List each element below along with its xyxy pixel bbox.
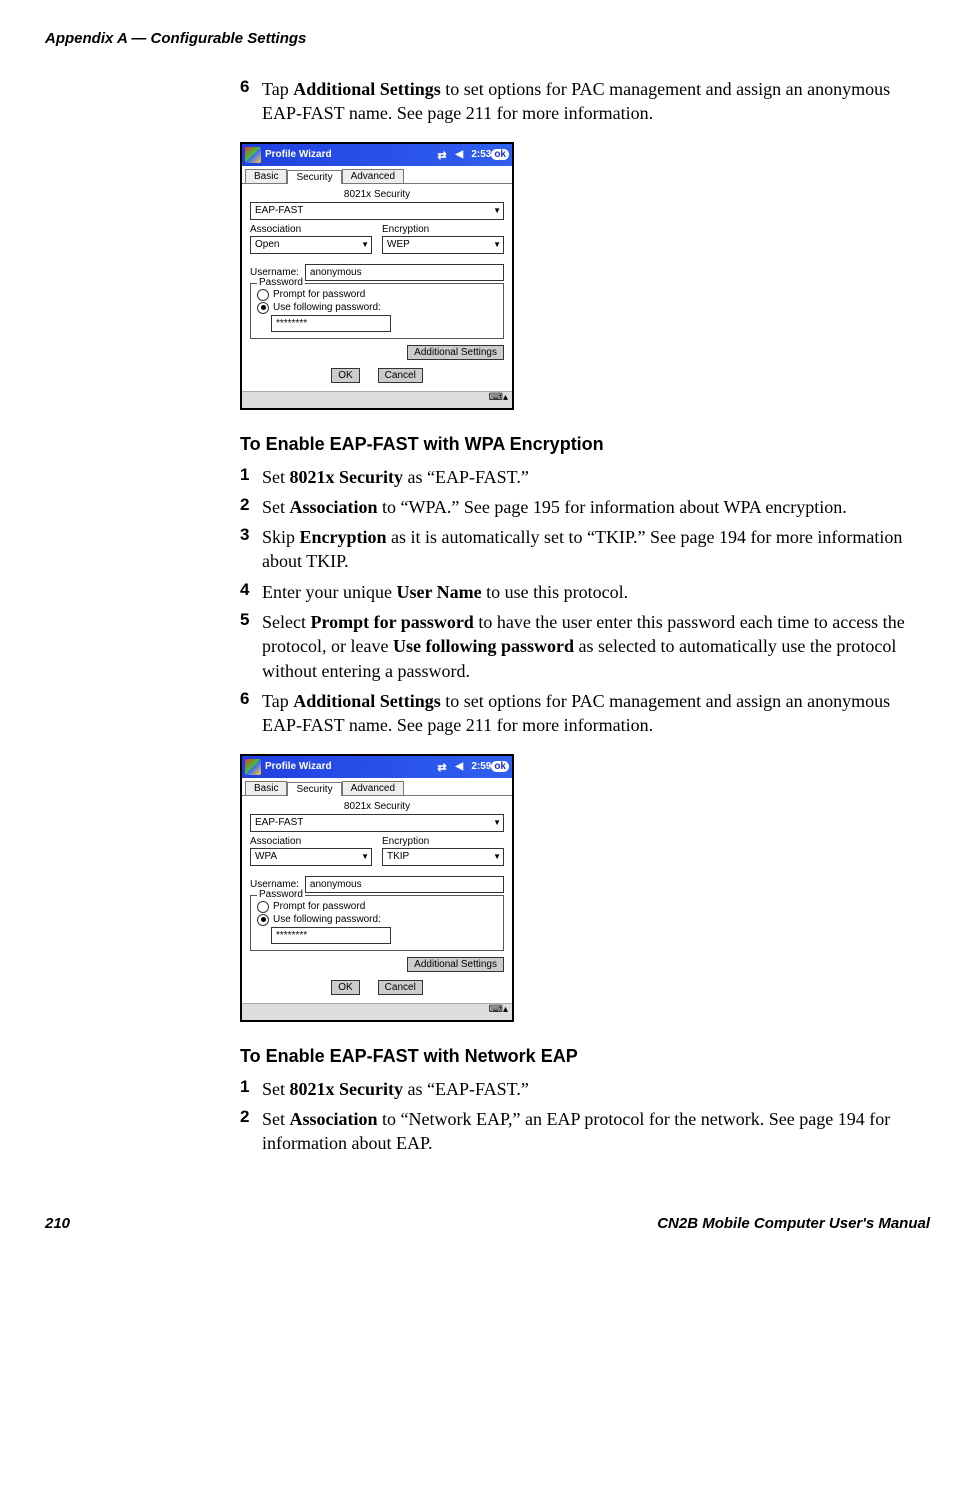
page-number: 210 (45, 1215, 70, 1232)
step-text: Set 8021x Security as “EAP-FAST.” (262, 465, 529, 489)
prompt-radio[interactable]: Prompt for password (257, 901, 497, 913)
tab-row: Basic Security Advanced (242, 778, 512, 795)
ok-button[interactable]: ok (491, 149, 509, 160)
list-item: 6Tap Additional Settings to set options … (240, 689, 930, 738)
list-item: 3Skip Encryption as it is automatically … (240, 525, 930, 574)
sip-bar[interactable] (242, 1003, 512, 1020)
password-group: Password Prompt for password Use followi… (250, 895, 504, 951)
list-item: 1Set 8021x Security as “EAP-FAST.” (240, 1077, 930, 1101)
security-label: 8021x Security (250, 801, 504, 812)
step-number: 1 (240, 1077, 262, 1101)
page-header: Appendix A — Configurable Settings (45, 30, 930, 47)
prompt-radio[interactable]: Prompt for password (257, 289, 497, 301)
step-text: Set Association to “Network EAP,” an EAP… (262, 1107, 930, 1156)
ok-button[interactable]: ok (491, 761, 509, 772)
step-number: 1 (240, 465, 262, 489)
step-text: Enter your unique User Name to use this … (262, 580, 628, 604)
additional-settings-button[interactable]: Additional Settings (407, 345, 504, 360)
window-title: Profile Wizard (265, 149, 435, 160)
association-combo[interactable]: WPA▼ (250, 848, 372, 866)
chevron-down-icon: ▼ (493, 852, 501, 861)
radio-icon (257, 302, 269, 314)
chevron-down-icon: ▼ (493, 206, 501, 215)
password-input[interactable]: ******** (271, 315, 391, 332)
step-text: Tap Additional Settings to set options f… (262, 77, 930, 126)
screenshot-wpa-tkip: Profile Wizard 2:59 ok Basic Security Ad… (240, 754, 514, 1022)
volume-icon[interactable] (455, 149, 469, 161)
clock: 2:59 (471, 761, 491, 772)
encryption-label: Encryption (382, 224, 504, 235)
step-number: 4 (240, 580, 262, 604)
step-text: Set Association to “WPA.” See page 195 f… (262, 495, 847, 519)
start-icon[interactable] (245, 759, 261, 775)
password-group: Password Prompt for password Use followi… (250, 283, 504, 339)
sip-bar[interactable] (242, 391, 512, 408)
security-label: 8021x Security (250, 189, 504, 200)
titlebar: Profile Wizard 2:59 ok (242, 756, 512, 778)
chevron-down-icon: ▼ (361, 240, 369, 249)
encryption-combo[interactable]: WEP▼ (382, 236, 504, 254)
volume-icon[interactable] (455, 761, 469, 773)
step-number: 6 (240, 689, 262, 738)
step-text: Tap Additional Settings to set options f… (262, 689, 930, 738)
tab-security[interactable]: Security (287, 170, 341, 184)
cancel-button[interactable]: Cancel (378, 980, 423, 995)
network-icon[interactable] (437, 761, 451, 773)
window-title: Profile Wizard (265, 761, 435, 772)
tab-basic[interactable]: Basic (245, 781, 287, 795)
manual-title: CN2B Mobile Computer User's Manual (657, 1215, 930, 1232)
step-6a: 6 Tap Additional Settings to set options… (240, 77, 930, 126)
tab-security[interactable]: Security (287, 782, 341, 796)
list-item: 2Set Association to “WPA.” See page 195 … (240, 495, 930, 519)
tab-row: Basic Security Advanced (242, 166, 512, 183)
association-label: Association (250, 224, 372, 235)
step-number: 2 (240, 1107, 262, 1156)
security-combo[interactable]: EAP-FAST▼ (250, 814, 504, 832)
ok-dialog-button[interactable]: OK (331, 368, 359, 383)
network-icon[interactable] (437, 149, 451, 161)
heading-network-eap: To Enable EAP-FAST with Network EAP (240, 1046, 930, 1067)
chevron-down-icon: ▼ (361, 852, 369, 861)
radio-icon (257, 914, 269, 926)
titlebar: Profile Wizard 2:53 ok (242, 144, 512, 166)
step-number: 2 (240, 495, 262, 519)
password-legend: Password (257, 277, 305, 288)
association-combo[interactable]: Open▼ (250, 236, 372, 254)
username-input[interactable]: anonymous (305, 264, 504, 281)
step-text: Set 8021x Security as “EAP-FAST.” (262, 1077, 529, 1101)
password-input[interactable]: ******** (271, 927, 391, 944)
tab-advanced[interactable]: Advanced (342, 781, 404, 795)
cancel-button[interactable]: Cancel (378, 368, 423, 383)
radio-icon (257, 901, 269, 913)
list-item: 1Set 8021x Security as “EAP-FAST.” (240, 465, 930, 489)
ok-dialog-button[interactable]: OK (331, 980, 359, 995)
additional-settings-button[interactable]: Additional Settings (407, 957, 504, 972)
clock: 2:53 (471, 149, 491, 160)
radio-icon (257, 289, 269, 301)
chevron-down-icon: ▼ (493, 818, 501, 827)
step-text: Select Prompt for password to have the u… (262, 610, 930, 683)
security-combo[interactable]: EAP-FAST▼ (250, 202, 504, 220)
tab-basic[interactable]: Basic (245, 169, 287, 183)
tab-advanced[interactable]: Advanced (342, 169, 404, 183)
password-legend: Password (257, 889, 305, 900)
step-number: 6 (240, 77, 262, 126)
list-item: 4Enter your unique User Name to use this… (240, 580, 930, 604)
step-number: 3 (240, 525, 262, 574)
screenshot-open-wep: Profile Wizard 2:53 ok Basic Security Ad… (240, 142, 514, 410)
encryption-combo[interactable]: TKIP▼ (382, 848, 504, 866)
use-password-radio[interactable]: Use following password: (257, 302, 497, 314)
use-password-radio[interactable]: Use following password: (257, 914, 497, 926)
chevron-down-icon: ▼ (493, 240, 501, 249)
start-icon[interactable] (245, 147, 261, 163)
heading-wpa: To Enable EAP-FAST with WPA Encryption (240, 434, 930, 455)
encryption-label: Encryption (382, 836, 504, 847)
list-item: 5Select Prompt for password to have the … (240, 610, 930, 683)
step-number: 5 (240, 610, 262, 683)
association-label: Association (250, 836, 372, 847)
username-input[interactable]: anonymous (305, 876, 504, 893)
step-text: Skip Encryption as it is automatically s… (262, 525, 930, 574)
list-item: 2Set Association to “Network EAP,” an EA… (240, 1107, 930, 1156)
